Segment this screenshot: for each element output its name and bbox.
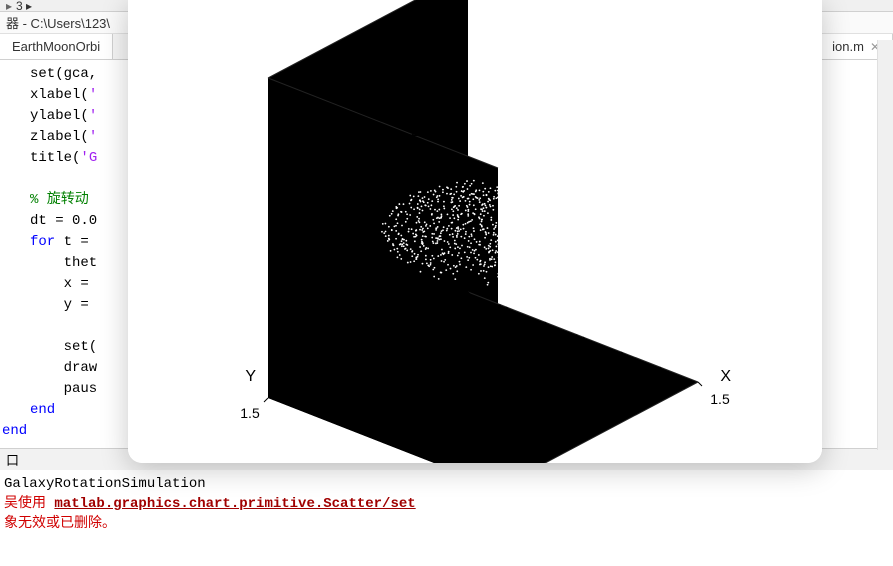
tab-earthmoon[interactable]: EarthMoonOrbi — [0, 34, 113, 59]
svg-text:X: X — [720, 368, 731, 385]
svg-text:0: 0 — [601, 346, 609, 362]
svg-text:-1.5: -1.5 — [438, 299, 462, 315]
svg-text:0.5: 0.5 — [634, 361, 654, 377]
svg-text:-0.5: -0.5 — [426, 284, 450, 300]
error-line: 象无效或已删除。 — [4, 514, 893, 534]
svg-text:Z: Z — [411, 123, 421, 140]
svg-text:1.5: 1.5 — [240, 405, 260, 421]
command-panel[interactable]: GalaxyRotationSimulation 吴使用 matlab.grap… — [0, 470, 893, 534]
svg-text:-1: -1 — [522, 316, 535, 332]
svg-text:-0.5: -0.5 — [555, 331, 579, 347]
svg-text:1.5: 1.5 — [710, 391, 730, 407]
tab-label: ion.m — [832, 39, 864, 54]
cmd-output-line: GalaxyRotationSimulation — [4, 474, 893, 494]
svg-text:0: 0 — [346, 352, 354, 368]
svg-text:-1.5: -1.5 — [478, 301, 502, 317]
title-fragment: 3 ▸ — [16, 0, 32, 13]
error-line: 吴使用 matlab.graphics.chart.primitive.Scat… — [4, 494, 893, 514]
svg-text:Y: Y — [245, 368, 256, 385]
svg-text:-1: -1 — [410, 317, 423, 333]
figure-window[interactable]: -1.5 -1 -0.5 0 0.5 1 1.5 -1.5 -1 -0.5 0 0.5 1 1.5 -0.5… — [128, 0, 822, 463]
svg-text:0: 0 — [442, 124, 450, 140]
dropdown-icon: ▸ — [6, 0, 12, 13]
svg-text:1: 1 — [279, 387, 287, 403]
vertical-scrollbar[interactable] — [877, 40, 893, 450]
svg-text:0.5: 0.5 — [307, 370, 327, 386]
svg-text:-0.5: -0.5 — [371, 334, 395, 350]
scatter-3d-plot: -1.5 -1 -0.5 0 0.5 1 1.5 -1.5 -1 -0.5 0 0.5 1 1.5 -0.5… — [128, 0, 822, 463]
tab-label: EarthMoonOrbi — [12, 39, 100, 54]
path-text: 器 - C:\Users\123\ — [6, 13, 110, 32]
svg-text:1: 1 — [678, 376, 686, 392]
error-link[interactable]: matlab.graphics.chart.primitive.Scatter/… — [54, 496, 415, 512]
